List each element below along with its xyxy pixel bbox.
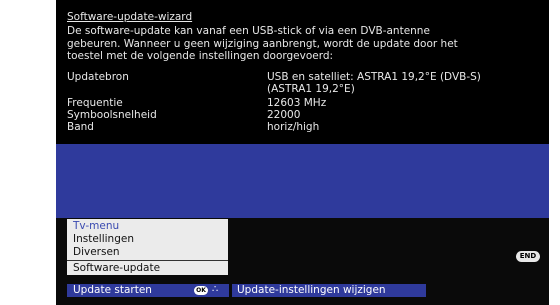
setting-label-band: Band: [67, 121, 94, 133]
bottom-edge: [56, 297, 549, 305]
ok-key-icon: OK: [194, 286, 208, 295]
setting-label-updatebron: Updatebron: [67, 71, 129, 83]
update-start-label: Update starten: [73, 284, 152, 296]
menu-item-instellingen[interactable]: Instellingen: [67, 233, 228, 246]
wizard-title: Software-update-wizard: [67, 11, 193, 23]
setting-value-band: horiz/high: [267, 121, 320, 133]
setting-value-updatebron: USB en satelliet: ASTRA1 19,2°E (DVB-S) …: [267, 71, 481, 95]
menu-divider: [67, 260, 228, 261]
tv-screen: Software-update-wizard De software-updat…: [56, 0, 549, 305]
menu-item-diversen[interactable]: Diversen: [67, 246, 228, 259]
update-settings-button[interactable]: Update-instellingen wijzigen: [232, 284, 426, 297]
setting-label-symboolsnelheid: Symboolsnelheid: [67, 109, 157, 121]
setting-value-symboolsnelheid: 22000: [267, 109, 301, 121]
wizard-description: De software-update kan vanaf een USB-sti…: [67, 25, 458, 62]
menu-header-tv-menu[interactable]: Tv-menu: [67, 219, 228, 233]
end-button[interactable]: END: [516, 251, 540, 262]
background-band: [56, 144, 549, 218]
setting-label-frequentie: Frequentie: [67, 97, 123, 109]
update-settings-label: Update-instellingen wijzigen: [237, 284, 386, 296]
wizard-info-panel: Software-update-wizard De software-updat…: [56, 0, 549, 144]
update-start-button[interactable]: Update starten OK ∴: [67, 284, 229, 297]
navigation-dots-icon: ∴: [212, 284, 219, 295]
menu-item-software-update[interactable]: Software-update: [67, 262, 228, 275]
tv-menu-breadcrumb: Tv-menu Instellingen Diversen Software-u…: [67, 219, 228, 275]
button-divider: [229, 284, 231, 297]
setting-value-frequentie: 12603 MHz: [267, 97, 327, 109]
